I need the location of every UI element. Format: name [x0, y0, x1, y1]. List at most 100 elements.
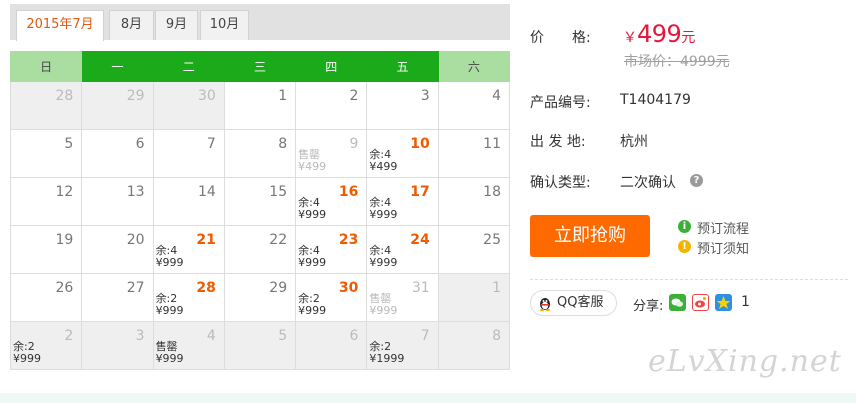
calendar-day: 20 [81, 225, 154, 274]
currency-symbol: ￥ [623, 30, 637, 46]
market-price: 市场价：4999元 [624, 54, 730, 70]
day-number: 14 [198, 184, 216, 200]
calendar-day: 1 [437, 273, 511, 322]
calendar-day: 5 [223, 321, 297, 370]
day-number: 23 [338, 232, 359, 248]
day-number: 28 [196, 280, 216, 296]
day-price: ¥999 [369, 256, 398, 269]
calendar-day-bookable[interactable]: 21 余:4 ¥999 [152, 225, 225, 274]
weekday-header: 四 [295, 51, 368, 82]
day-price: ¥999 [298, 208, 327, 221]
qq-service-button[interactable]: QQ客服 [530, 290, 617, 316]
day-price: ¥1999 [369, 352, 405, 365]
calendar-day-bookable[interactable]: 16 余:4 ¥999 [295, 177, 368, 226]
calendar-day: 15 [223, 177, 297, 226]
product-code-label: 产品编号: [530, 95, 591, 111]
day-number: 12 [55, 184, 74, 200]
help-icon[interactable]: ? [690, 174, 703, 187]
day-price: ¥999 [155, 256, 184, 269]
day-price: ¥999 [298, 304, 327, 317]
confirm-type-label: 确认类型: [530, 175, 591, 191]
day-number: 8 [278, 136, 288, 152]
tab-october[interactable]: 10月 [200, 10, 249, 40]
day-price: ¥999 [369, 208, 398, 221]
day-price: ¥999 [13, 352, 41, 365]
day-number: 4 [492, 88, 501, 104]
calendar-week-row: 28 29 30 1 2 3 4 [9, 81, 511, 130]
day-number: 19 [55, 232, 74, 248]
day-price: ¥499 [298, 160, 327, 173]
calendar-day: 13 [81, 177, 154, 226]
calendar-day: 26 [9, 273, 83, 322]
calendar-day: 14 [152, 177, 225, 226]
calendar-week-row: 2 余:2 ¥999 3 4 售罄 ¥999 5 6 7 余:2 ¥1999 8 [9, 321, 511, 370]
day-number: 5 [278, 328, 288, 344]
product-code: T1404179 [620, 92, 691, 108]
watermark: eLvXing.net [648, 344, 842, 379]
calendar-day-bookable[interactable]: 10 余:4 ¥499 [366, 129, 439, 178]
info-icon: i [678, 220, 691, 233]
price-value: ￥499元 [623, 20, 695, 48]
day-number: 7 [206, 136, 216, 152]
day-number: 20 [126, 232, 145, 248]
price-unit: 元 [681, 30, 696, 46]
day-number: 2 [349, 88, 359, 104]
day-number: 3 [135, 328, 145, 344]
calendar-day-bookable[interactable]: 30 余:2 ¥999 [295, 273, 368, 322]
wechat-icon[interactable] [669, 294, 686, 311]
weekday-header: 三 [223, 51, 297, 82]
day-number: 7 [420, 328, 430, 344]
calendar-day-bookable: 31 售罄 ¥999 [366, 273, 439, 322]
calendar-day: 22 [223, 225, 297, 274]
bottom-strip [0, 393, 856, 403]
day-number: 27 [126, 280, 145, 296]
day-number: 18 [483, 184, 501, 200]
month-tab-bar: 2015年7月 8月 9月 10月 [10, 4, 510, 41]
calendar-day: 29 [223, 273, 297, 322]
buy-now-button[interactable]: 立即抢购 [530, 215, 650, 257]
calendar-day: 30 [152, 81, 225, 130]
weibo-icon[interactable] [692, 294, 709, 311]
day-number: 28 [55, 88, 74, 104]
day-number: 30 [338, 280, 359, 296]
booking-process-link[interactable]: 预订流程 [697, 218, 749, 237]
day-number: 26 [55, 280, 74, 296]
calendar-day-bookable[interactable]: 24 余:4 ¥999 [366, 225, 439, 274]
day-number: 2 [64, 328, 74, 344]
calendar-day: 3 [366, 81, 439, 130]
day-number: 4 [206, 328, 216, 344]
qq-penguin-icon [539, 298, 551, 311]
calendar-week-row: 5 6 7 8 9 售罄 ¥499 10 余:4 ¥499 11 [9, 129, 511, 178]
qzone-icon[interactable] [715, 294, 732, 311]
day-number: 29 [269, 280, 288, 296]
calendar-day-bookable[interactable]: 17 余:4 ¥999 [366, 177, 439, 226]
day-price: ¥999 [155, 304, 184, 317]
day-number: 1 [492, 280, 501, 296]
booking-notice-link[interactable]: 预订须知 [697, 238, 749, 257]
calendar-day: 29 [81, 81, 154, 130]
confirm-type: 二次确认 [620, 175, 676, 191]
calendar-day: 18 [437, 177, 511, 226]
day-price: ¥999 [369, 304, 398, 317]
warning-icon: ! [678, 240, 691, 253]
tab-september[interactable]: 9月 [155, 10, 198, 40]
calendar-day-bookable: 7 余:2 ¥1999 [366, 321, 439, 370]
day-number: 31 [411, 280, 430, 296]
weekday-header: 一 [81, 51, 154, 82]
calendar-day-bookable[interactable]: 28 余:2 ¥999 [152, 273, 225, 322]
calendar-day: 6 [81, 129, 154, 178]
calendar-day: 2 [295, 81, 368, 130]
tab-july-2015[interactable]: 2015年7月 [16, 10, 104, 41]
weekday-header: 日 [9, 51, 83, 82]
day-price: ¥499 [369, 160, 398, 173]
tab-august[interactable]: 8月 [109, 10, 154, 40]
calendar-grid: 日一二三四五六 28 29 30 1 2 3 4 5 6 7 8 9 售罄 ¥499 10 余:4 ¥499 11… [9, 51, 511, 370]
day-number: 24 [410, 232, 430, 248]
calendar-day: 6 [295, 321, 368, 370]
calendar-day-bookable[interactable]: 23 余:4 ¥999 [295, 225, 368, 274]
calendar-day-bookable: 2 余:2 ¥999 [9, 321, 83, 370]
calendar-day: 28 [9, 81, 83, 130]
calendar-day: 11 [437, 129, 511, 178]
day-price: ¥999 [155, 352, 184, 365]
calendar-day: 19 [9, 225, 83, 274]
